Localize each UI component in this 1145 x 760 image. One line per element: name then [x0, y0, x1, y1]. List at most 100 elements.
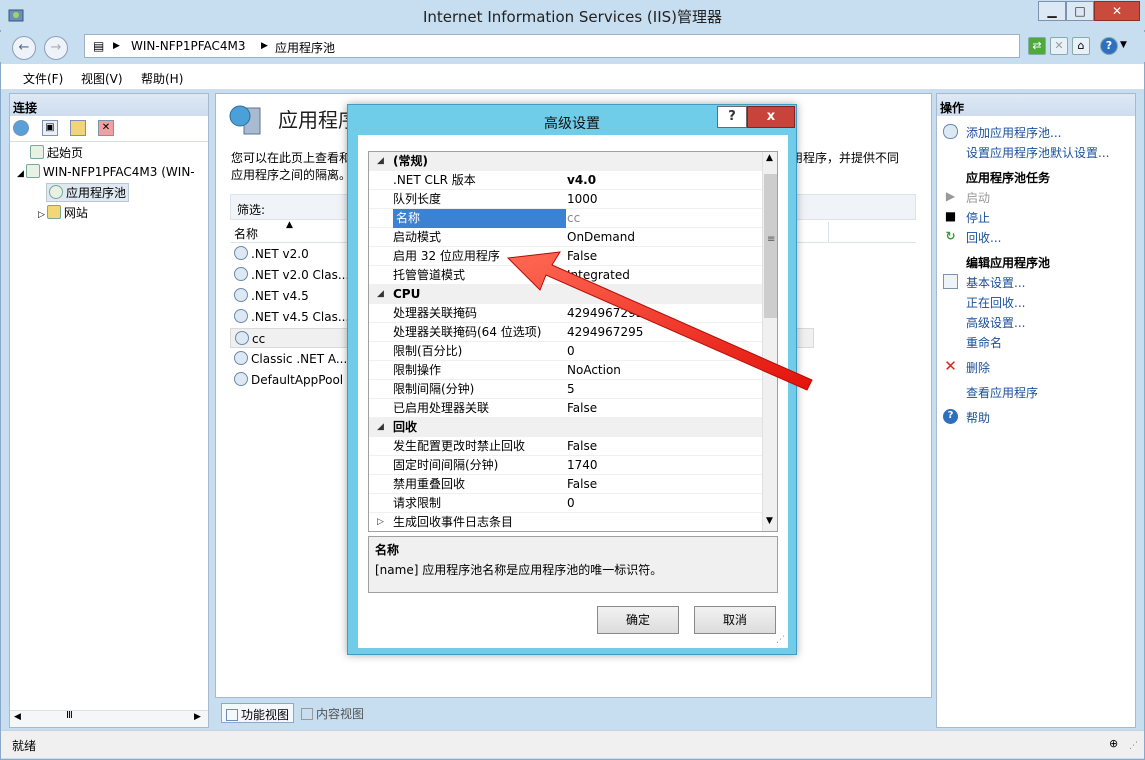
tree-node-server[interactable]: ◢ WIN-NFP1PFAC4M3 (WIN- — [17, 164, 195, 179]
cancel-button[interactable]: 取消 — [694, 606, 776, 634]
sort-ascending-icon: ▲ — [286, 220, 293, 230]
tree-node-sites[interactable]: ▷ 网站 — [38, 204, 88, 221]
action-recycling[interactable]: 正在回收... — [966, 294, 1025, 311]
property-value[interactable]: 0 — [567, 342, 575, 361]
refresh-icon[interactable]: ⇄ — [1028, 37, 1046, 55]
back-button[interactable]: ← — [12, 36, 36, 60]
scroll-up-icon[interactable]: ▲ — [766, 153, 773, 163]
property-category[interactable]: ◢ CPU — [369, 285, 762, 304]
action-start[interactable]: 启动 — [966, 189, 990, 206]
collapse-icon[interactable]: ◢ — [377, 152, 384, 170]
disconnect-icon[interactable]: ✕ — [98, 120, 114, 136]
property-row[interactable]: 托管管道模式 Integrated — [369, 266, 762, 285]
tree-node-app-pools[interactable]: 应用程序池 — [46, 183, 130, 202]
menu-view[interactable]: 视图(V) — [81, 70, 123, 87]
action-stop[interactable]: 停止 — [966, 209, 990, 226]
property-row[interactable]: ▷ 生成回收事件日志条目 — [369, 513, 762, 531]
scroll-down-icon[interactable]: ▼ — [766, 516, 773, 526]
action-basic-settings[interactable]: 基本设置... — [966, 274, 1025, 291]
home-icon[interactable]: ⌂ — [1072, 37, 1090, 55]
property-row[interactable]: 发生配置更改时禁止回收 False — [369, 437, 762, 456]
property-row[interactable]: 限制(百分比) 0 — [369, 342, 762, 361]
help-dropdown-icon[interactable]: ▼ — [1120, 40, 1127, 50]
scroll-left-icon[interactable]: ◀ — [14, 712, 21, 722]
scroll-right-icon[interactable]: ▶ — [194, 712, 201, 722]
address-segment-server[interactable]: WIN-NFP1PFAC4M3 — [131, 39, 246, 53]
property-value[interactable]: v4.0 — [567, 171, 596, 190]
resize-grip-icon[interactable]: ⋰ — [1129, 741, 1138, 751]
app-pool-icon — [234, 267, 248, 281]
dialog-resize-grip-icon[interactable]: ⋰ — [776, 635, 785, 645]
column-name[interactable]: 名称 — [234, 225, 258, 242]
property-category[interactable]: ◢ 回收 — [369, 418, 762, 437]
folder-up-icon[interactable] — [70, 120, 86, 136]
forward-button[interactable]: → — [44, 36, 68, 60]
minimize-button[interactable]: ▁ — [1038, 1, 1066, 21]
action-recycle[interactable]: 回收... — [966, 229, 1001, 246]
tab-content-view[interactable]: 内容视图 — [297, 703, 368, 723]
action-view-applications[interactable]: 查看应用程序 — [966, 384, 1038, 401]
property-grid-scrollbar[interactable]: ▲ ≡ ▼ — [762, 152, 777, 531]
maximize-button[interactable]: □ — [1066, 1, 1094, 21]
property-row[interactable]: 已启用处理器关联 False — [369, 399, 762, 418]
property-value[interactable]: Integrated — [567, 266, 630, 285]
property-value[interactable]: OnDemand — [567, 228, 635, 247]
property-row[interactable]: 启用 32 位应用程序 False — [369, 247, 762, 266]
address-bar[interactable]: ▤ ▶ WIN-NFP1PFAC4M3 ▶ 应用程序池 — [84, 34, 1020, 58]
save-icon[interactable]: ▣ — [42, 120, 58, 136]
property-row[interactable]: 限制间隔(分钟) 5 — [369, 380, 762, 399]
property-value[interactable]: False — [567, 399, 597, 418]
property-value[interactable]: 1000 — [567, 190, 598, 209]
address-segment-app-pools[interactable]: 应用程序池 — [275, 39, 335, 56]
globe-icon[interactable] — [13, 120, 29, 136]
property-value[interactable]: False — [567, 437, 597, 456]
property-grid[interactable]: ◢ (常规) .NET CLR 版本 v4.0 队列长度 1000 名称 cc 启动模式 OnDe… — [368, 151, 778, 532]
property-row[interactable]: 固定时间间隔(分钟) 1740 — [369, 456, 762, 475]
property-row[interactable]: 启动模式 OnDemand — [369, 228, 762, 247]
property-row[interactable]: 处理器关联掩码(64 位选项) 4294967295 — [369, 323, 762, 342]
tree-node-start-page[interactable]: 起始页 — [30, 144, 83, 161]
property-value[interactable]: 1740 — [567, 456, 598, 475]
dialog-help-button[interactable]: ? — [717, 106, 747, 128]
property-row[interactable]: 处理器关联掩码 4294967295 — [369, 304, 762, 323]
expand-icon[interactable]: ◢ — [17, 169, 24, 179]
property-value[interactable]: cc — [567, 209, 580, 228]
action-set-pool-defaults[interactable]: 设置应用程序池默认设置... — [966, 144, 1109, 161]
property-value[interactable]: 5 — [567, 380, 575, 399]
property-value[interactable]: False — [567, 475, 597, 494]
expand-icon[interactable]: ▷ — [377, 513, 384, 531]
action-delete[interactable]: 删除 — [966, 359, 990, 376]
collapse-icon[interactable]: ◢ — [377, 418, 384, 436]
property-value[interactable]: NoAction — [567, 361, 621, 380]
collapse-icon[interactable]: ◢ — [377, 285, 384, 303]
property-category[interactable]: ◢ (常规) — [369, 152, 762, 171]
tab-features-view[interactable]: 功能视图 — [221, 703, 295, 723]
property-value[interactable]: 0 — [567, 494, 575, 513]
help-icon[interactable]: ? — [1100, 37, 1118, 55]
property-row[interactable]: 队列长度 1000 — [369, 190, 762, 209]
property-row[interactable]: 禁用重叠回收 False — [369, 475, 762, 494]
property-row[interactable]: 请求限制 0 — [369, 494, 762, 513]
property-value[interactable]: 4294967295 — [567, 304, 643, 323]
scroll-thumb[interactable] — [764, 174, 777, 318]
action-advanced-settings[interactable]: 高级设置... — [966, 314, 1025, 331]
property-row[interactable]: 限制操作 NoAction — [369, 361, 762, 380]
menu-file[interactable]: 文件(F) — [23, 70, 63, 87]
scroll-thumb[interactable]: Ⅲ — [66, 710, 73, 721]
property-row[interactable]: 名称 cc — [369, 209, 762, 228]
action-add-app-pool[interactable]: 添加应用程序池... — [966, 124, 1061, 141]
stop-icon[interactable]: ✕ — [1050, 37, 1068, 55]
ok-button[interactable]: 确定 — [597, 606, 679, 634]
property-value[interactable]: 4294967295 — [567, 323, 643, 342]
action-rename[interactable]: 重命名 — [966, 334, 1002, 351]
dialog-close-button[interactable]: x — [747, 106, 795, 128]
close-button[interactable]: ✕ — [1094, 1, 1140, 21]
property-value[interactable]: False — [567, 247, 597, 266]
property-description: 名称 [name] 应用程序池名称是应用程序池的唯一标识符。 — [368, 536, 778, 593]
connections-hscrollbar[interactable]: ◀ Ⅲ ▶ — [10, 710, 208, 727]
menu-help[interactable]: 帮助(H) — [141, 70, 183, 87]
network-status-icon: ⊕ — [1109, 737, 1119, 750]
collapse-icon[interactable]: ▷ — [38, 210, 45, 220]
property-row[interactable]: .NET CLR 版本 v4.0 — [369, 171, 762, 190]
action-help[interactable]: 帮助 — [966, 409, 990, 426]
